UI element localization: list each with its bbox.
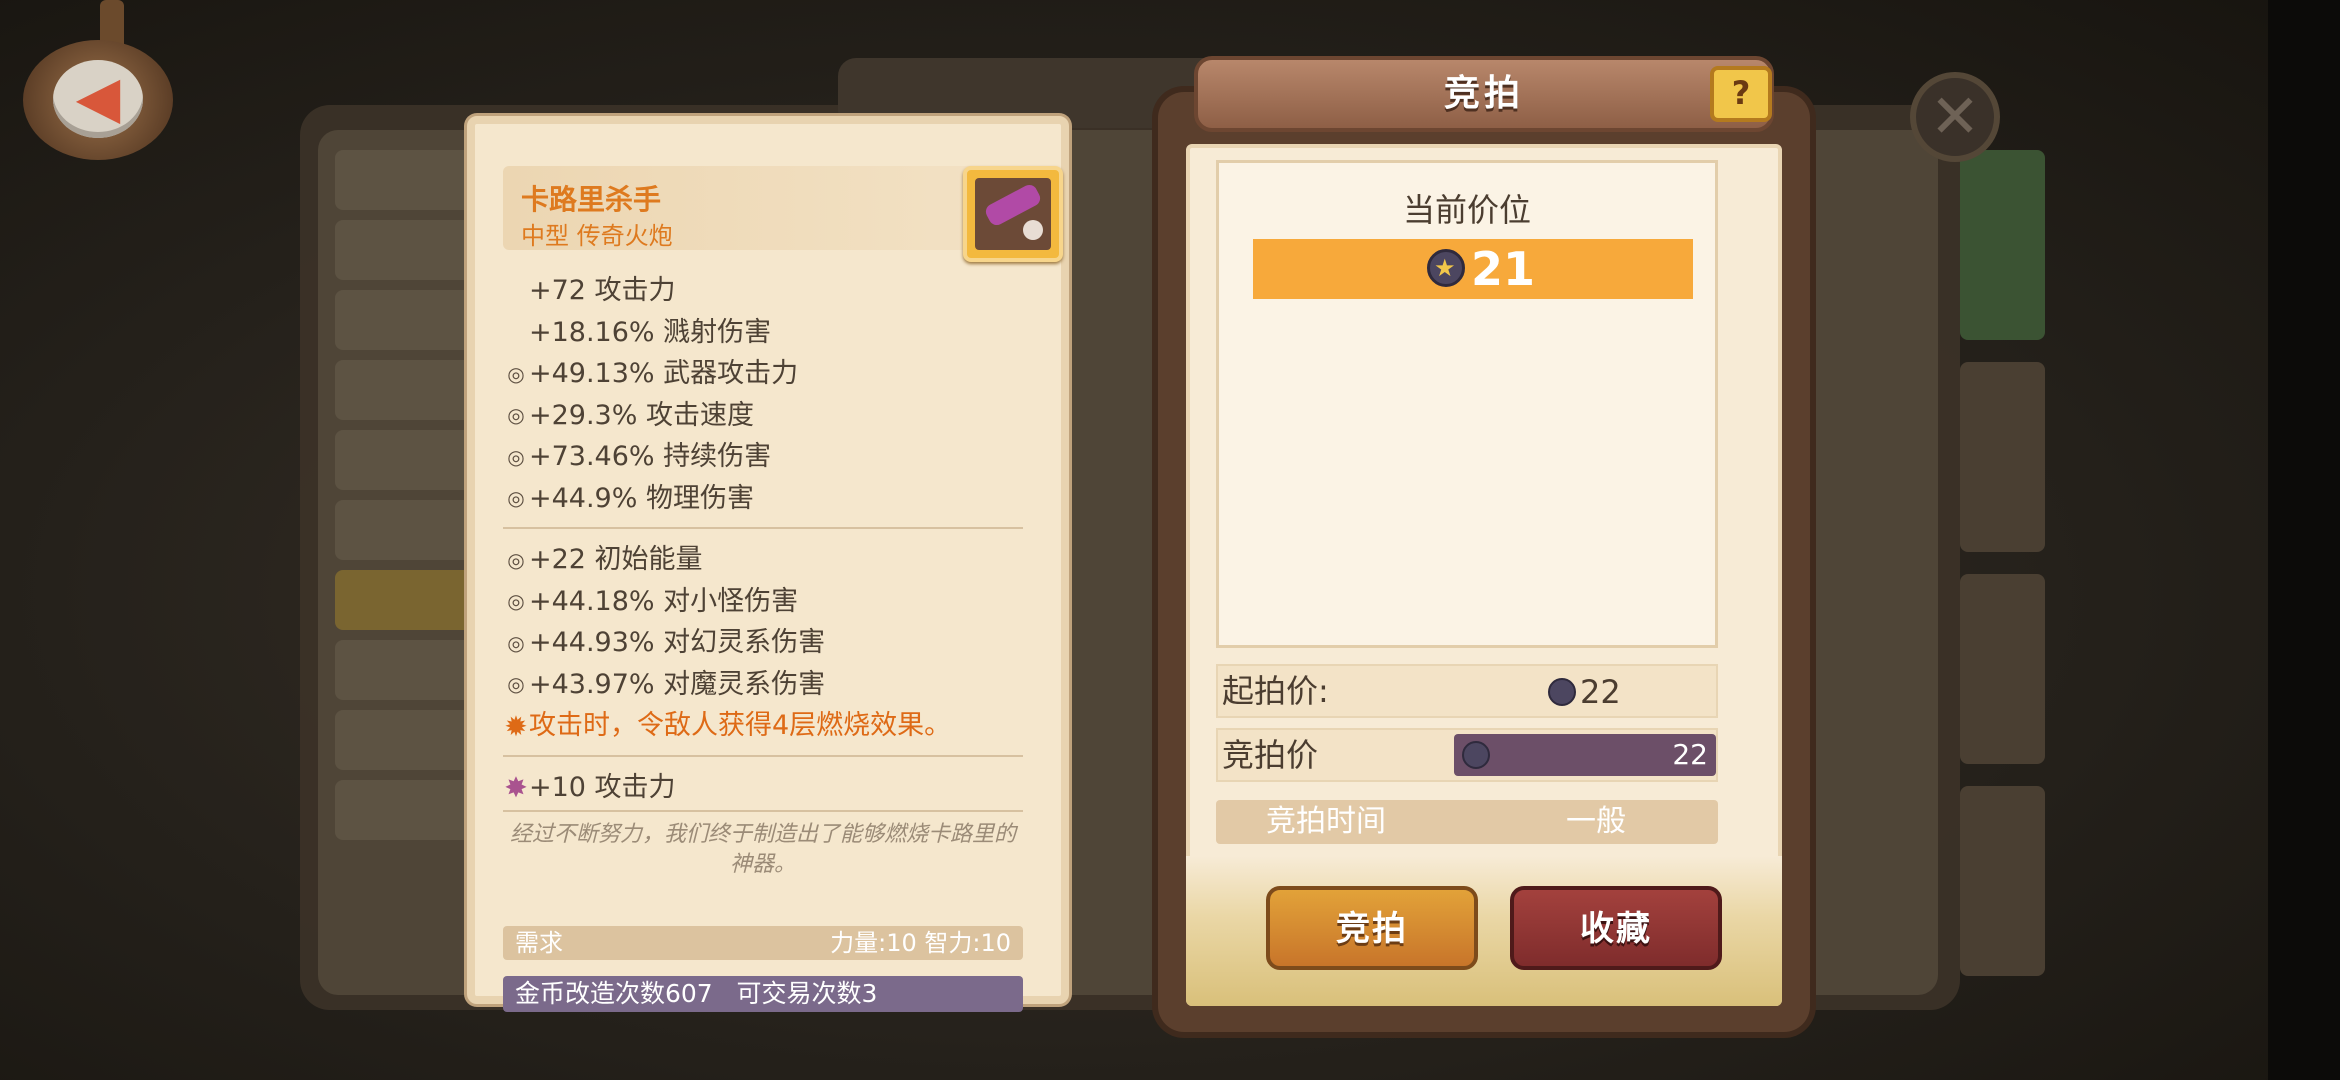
auction-title: 竞拍	[1443, 73, 1524, 114]
favorite-button[interactable]: 收藏	[1510, 886, 1722, 970]
bid-price-label: 竞拍价	[1222, 736, 1319, 774]
background-tabs	[1960, 150, 2045, 980]
random-stat: ◎ +29.3% 攻击速度	[503, 395, 1023, 437]
current-price-value: 21	[1471, 242, 1536, 296]
divider	[503, 754, 1023, 757]
help-button[interactable]: ?	[1710, 66, 1772, 122]
random-stat: ◎ +73.46% 持续伤害	[503, 436, 1023, 478]
screen-edge	[2268, 0, 2340, 1080]
close-icon: ✕	[1929, 82, 1981, 152]
back-arrow-icon: ◀	[75, 63, 121, 131]
special-effect: ✹攻击时，令敌人获得4层燃烧效果。	[503, 705, 1023, 747]
item-detail-card: 卡路里杀手 中型 传奇火炮 +72 攻击力 +18.16% 溅射伤害 ◎ +49.…	[467, 116, 1069, 1012]
background-cell	[335, 430, 475, 490]
random-stat: ◎ +22 初始能量	[503, 539, 1023, 581]
base-stat: +18.16% 溅射伤害	[529, 316, 772, 348]
requirement-label: 需求	[515, 929, 563, 957]
auction-panel: 竞拍 ? 当前价位 21 起拍价: 22 竞拍价 22 竞拍时间 一般 竞拍 收…	[1158, 56, 1810, 1034]
base-stat: +72 攻击力	[529, 275, 676, 306]
background-tab	[1960, 574, 2045, 764]
rune-stat: ✸+10 攻击力	[503, 767, 1023, 809]
stat-dot-icon: ◎	[507, 547, 525, 572]
background-cell	[335, 360, 475, 420]
auction-time-label: 竞拍时间	[1266, 804, 1386, 839]
favorite-button-label: 收藏	[1580, 909, 1652, 949]
trade-info-bar: 金币改造次数607 可交易次数3	[503, 976, 1023, 1012]
stat-dot-icon: ◎	[507, 589, 525, 614]
rune-star-icon: ✸	[504, 771, 528, 805]
star-coin-icon	[1462, 741, 1490, 769]
background-cell	[335, 150, 475, 210]
background-tab	[1960, 150, 2045, 340]
item-icon-frame[interactable]	[963, 166, 1063, 262]
help-icon: ?	[1731, 74, 1751, 112]
background-cell	[335, 710, 475, 770]
auction-time-value: 一般	[1566, 804, 1626, 839]
start-price-label: 起拍价:	[1222, 672, 1329, 710]
stat-list: +72 攻击力 +18.16% 溅射伤害 ◎ +49.13% 武器攻击力 ◎ +29…	[503, 270, 1023, 880]
close-button[interactable]: ✕	[1910, 72, 2000, 162]
background-list	[335, 150, 475, 990]
stat-dot-icon: ◎	[507, 486, 525, 511]
random-stat: ◎ +44.93% 对幻灵系伤害	[503, 622, 1023, 664]
start-price-value: 22	[1580, 673, 1621, 711]
star-coin-icon	[1427, 249, 1465, 287]
bid-button[interactable]: 竞拍	[1266, 886, 1478, 970]
stat-dot-icon: ◎	[507, 672, 525, 697]
cannon-icon	[975, 178, 1051, 250]
start-price-row: 起拍价: 22	[1216, 664, 1718, 718]
divider	[503, 810, 1023, 812]
background-cell	[335, 640, 475, 700]
random-stat: ◎ +43.97% 对魔灵系伤害	[503, 664, 1023, 706]
background-cell	[335, 290, 475, 350]
background-cell	[335, 570, 475, 630]
current-price-bar: 21	[1253, 239, 1693, 299]
background-tab	[1960, 362, 2045, 552]
item-type: 中型 传奇火炮	[521, 222, 673, 250]
cannon-ball	[1023, 220, 1043, 240]
back-button[interactable]: ◀	[18, 0, 173, 160]
stat-dot-icon: ◎	[507, 444, 525, 469]
random-stat: ◎ +49.13% 武器攻击力	[503, 353, 1023, 395]
divider	[503, 527, 1023, 529]
bid-price-value: 22	[1672, 738, 1708, 771]
random-stat: ◎ +44.9% 物理伤害	[503, 478, 1023, 520]
item-header: 卡路里杀手 中型 传奇火炮	[503, 166, 1023, 250]
stat-dot-icon: ◎	[507, 630, 525, 655]
auction-title-bar: 竞拍	[1194, 56, 1774, 132]
requirement-value: 力量:10 智力:10	[830, 929, 1011, 957]
bid-price-input[interactable]: 22	[1454, 734, 1716, 776]
background-cell	[335, 780, 475, 840]
stat-dot-icon: ◎	[507, 403, 525, 428]
random-stat: ◎ +44.18% 对小怪伤害	[503, 581, 1023, 623]
bid-button-label: 竞拍	[1336, 909, 1408, 949]
bid-price-row: 竞拍价 22	[1216, 728, 1718, 782]
requirement-bar: 需求 力量:10 智力:10	[503, 926, 1023, 960]
sun-icon: ✹	[504, 709, 528, 743]
star-coin-icon	[1548, 678, 1576, 706]
current-price-box: 当前价位 21	[1216, 160, 1718, 648]
stat-dot-icon: ◎	[507, 361, 525, 386]
flavor-text: 经过不断努力，我们终于制造出了能够燃烧卡路里的神器。	[509, 822, 1016, 877]
current-price-label: 当前价位	[1402, 191, 1531, 229]
background-cell	[335, 220, 475, 280]
background-tab	[1960, 786, 2045, 976]
auction-time-row: 竞拍时间 一般	[1216, 800, 1718, 844]
background-cell	[335, 500, 475, 560]
item-name: 卡路里杀手	[521, 183, 662, 216]
